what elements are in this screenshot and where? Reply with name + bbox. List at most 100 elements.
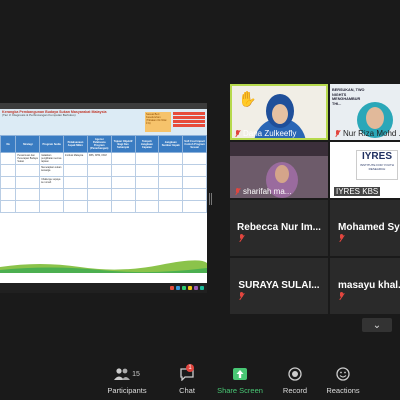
table-cell: [86, 164, 112, 177]
mic-muted-icon: [238, 292, 244, 300]
table-cell: [158, 188, 184, 201]
document-footer-graphic: [0, 260, 207, 273]
record-button[interactable]: Record: [280, 366, 310, 395]
smiley-icon: [336, 367, 350, 381]
mic-muted-icon: [338, 234, 344, 242]
mic-muted-icon: [238, 234, 244, 242]
document-legend: [173, 112, 205, 132]
table-cell: [110, 164, 136, 177]
chat-icon-wrap: 1: [172, 364, 202, 382]
table-cell: [63, 200, 88, 213]
column-header: Program Sedia: [39, 135, 65, 153]
table-cell: [134, 164, 160, 177]
participant-tile-iyres[interactable]: IYRES INSTITUTE FOR YOUTH RESEARCH IYRES…: [330, 142, 400, 198]
mic-muted-icon: [234, 129, 240, 138]
chevron-down-icon: ⌄: [372, 319, 382, 331]
table-cell: [86, 188, 112, 201]
column-header: Soft Cost Impact Contoh Program Sesuai: [182, 135, 207, 153]
participant-name: Dana Zulkeefly: [234, 129, 296, 138]
participants-count: 15: [132, 370, 140, 378]
iyres-logo: IYRES INSTITUTE FOR YOUTH RESEARCH: [356, 150, 398, 180]
table-cell: [134, 188, 160, 201]
table-cell: Institusi Malaysia: [63, 152, 88, 165]
participant-name-big: Rebecca Nur Im...: [237, 222, 321, 233]
table-cell: [63, 164, 88, 177]
share-screen-button[interactable]: Share Screen: [215, 366, 265, 395]
taskbar-app-icon[interactable]: [188, 286, 192, 290]
table-cell: [0, 176, 17, 189]
column-header: Pelaksanaan Aspek Mikro: [63, 135, 88, 153]
document-header: Kerangka Pembangunan Budaya Sukan Masyar…: [0, 109, 207, 135]
taskbar-app-icon[interactable]: [182, 286, 186, 290]
participant-name-text: IYRES KBS: [334, 187, 381, 196]
taskbar-app-icon[interactable]: [200, 286, 204, 290]
column-header: Tujuan Objektif Bagi Dan Sebanyak: [110, 135, 136, 153]
table-cell: [15, 176, 41, 189]
mic-muted-icon: [334, 129, 340, 138]
participant-tile-sharifah[interactable]: sharifah ma...: [230, 142, 328, 198]
table-cell: [134, 152, 160, 165]
table-cell: [0, 200, 17, 213]
table-cell: [15, 164, 41, 177]
table-cell: [182, 152, 207, 165]
table-cell: [15, 200, 41, 213]
table-cell: [110, 200, 136, 213]
table-header-row: No Strategi Program Sedia Pelaksanaan As…: [0, 135, 207, 153]
participant-name-big: SURAYA SULAI...: [238, 280, 320, 291]
table-row: [0, 188, 207, 201]
document-table: No Strategi Program Sedia Pelaksanaan As…: [0, 135, 207, 213]
column-header: Agensi Pelaksana Program (Penerbangan): [86, 135, 112, 153]
share-icon-wrap: [215, 366, 265, 382]
taskbar-app-icon[interactable]: [194, 286, 198, 290]
legend-item: [173, 116, 205, 119]
participants-icon-wrap: 15: [104, 366, 150, 382]
table-cell: [39, 188, 65, 201]
taskbar-app-icon[interactable]: [170, 286, 174, 290]
participant-name-text: Nur Riza Mohd ...: [343, 129, 400, 138]
reactions-label: Reactions: [326, 386, 360, 395]
participant-tile-masayu[interactable]: masayu khal...: [330, 258, 400, 314]
participant-name: sharifah ma...: [234, 187, 291, 196]
participant-tile-mohamed[interactable]: Mohamed Sya...: [330, 200, 400, 256]
participant-tile-dana[interactable]: ✋ Dana Zulkeefly: [230, 84, 328, 140]
table-cell: [158, 200, 184, 213]
table-cell: KBS, KPM, KKM: [86, 152, 112, 165]
table-cell: [110, 152, 136, 165]
table-cell: [158, 164, 184, 177]
participant-name-big: masayu khal...: [338, 280, 400, 291]
splitter-handle[interactable]: [209, 193, 212, 205]
column-header: Tempoh Jangkaan Capaian: [134, 135, 160, 153]
participant-name-big: Mohamed Sya...: [338, 222, 400, 233]
table-cell: [110, 188, 136, 201]
iyres-logo-text: IYRES: [361, 151, 392, 162]
legend-item: [173, 124, 205, 127]
mic-muted-icon: [338, 292, 344, 300]
table-row: [0, 200, 207, 213]
participants-icon: [114, 368, 131, 380]
table-cell: [158, 176, 184, 189]
chat-button[interactable]: 1 Chat: [172, 364, 202, 395]
participants-label: Participants: [107, 386, 147, 395]
chat-unread-badge: 1: [186, 364, 194, 372]
participant-tile-nur-riza[interactable]: BERSUKAN, TWO NIGHTS MENGHAMBUR THI... N…: [330, 84, 400, 140]
document-badge: Sesuai Beri Keseluruhan (Tiktakan Ok Nil…: [145, 112, 171, 132]
share-screen-label: Share Screen: [217, 386, 263, 395]
reactions-button[interactable]: Reactions: [323, 366, 363, 395]
table-cell: [86, 176, 112, 189]
table-cell: Menetapkan sukan keluarga: [39, 164, 65, 177]
table-row: Penasmuan dan Penerapan Budaya Sukan Gala…: [0, 152, 207, 165]
participants-button[interactable]: 15 Participants: [104, 366, 150, 395]
table-cell: [134, 176, 160, 189]
iyres-logo-subtext: INSTITUTE FOR YOUTH RESEARCH: [360, 163, 394, 171]
participant-name: IYRES KBS: [334, 187, 381, 196]
participant-tile-rebecca[interactable]: Rebecca Nur Im...: [230, 200, 328, 256]
gallery-next-page-button[interactable]: ⌄: [362, 318, 392, 332]
participant-name: Nur Riza Mohd ...: [334, 129, 400, 138]
taskbar-app-icon[interactable]: [176, 286, 180, 290]
table-cell: [0, 164, 17, 177]
participant-name-text: sharifah ma...: [243, 187, 292, 196]
table-cell: [0, 188, 17, 201]
raised-hand-icon: ✋: [238, 91, 257, 108]
participant-tile-suraya[interactable]: SURAYA SULAI...: [230, 258, 328, 314]
table-cell: [0, 152, 17, 165]
